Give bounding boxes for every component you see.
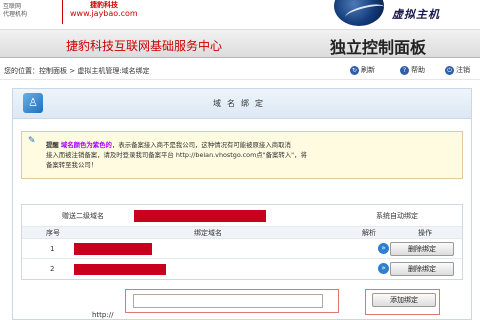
refresh-button[interactable]: ↻ 刷新 [350, 65, 375, 75]
url-prefix: http:// [92, 311, 114, 319]
gift-domain-row: 赠送二级域名 系统自动绑定 [22, 205, 462, 227]
pin-icon: ✎ [28, 136, 36, 146]
panel-title: 域名绑定 [213, 99, 269, 108]
product-brand: 虚拟主机 [392, 8, 440, 21]
notice-highlight: 域名颜色为紫色的 [60, 141, 112, 149]
breadcrumb-control-panel[interactable]: 控制面板 [39, 67, 67, 75]
help-label: 帮助 [411, 66, 425, 74]
table-header: 序号 绑定域名 解析 操作 [22, 227, 462, 239]
domain-binding-panel: ♙ 域名绑定 ✎ 提醒 域名颜色为紫色的，表示备案接入商不是我公司，这种情况有可… [12, 88, 472, 320]
logout-label: 注销 [456, 66, 470, 74]
add-binding-button[interactable]: 添加绑定 [372, 293, 436, 307]
breadcrumb-bar: 您的位置：控制面板 > 虚拟主机管理:域名绑定 ↻ 刷新 ? 帮助 ⏻ 注销 [0, 60, 480, 80]
bound-domain-redacted [74, 243, 152, 255]
notice-line-1-rest: ，表示备案接入商不是我公司，这种情况有可能被原接入商取消 [111, 141, 291, 149]
table-row: 1 » 删除绑定 [22, 239, 462, 259]
resolve-icon[interactable]: » [378, 263, 389, 274]
domain-table: 赠送二级域名 系统自动绑定 序号 绑定域名 解析 操作 1 » 删除绑定 2 »… [21, 204, 463, 280]
logout-button[interactable]: ⏻ 注销 [445, 65, 470, 75]
panel-header: ♙ 域名绑定 [13, 89, 471, 119]
col-resolve: 解析 [362, 228, 376, 237]
control-panel-title: 独立控制面板 [330, 38, 427, 57]
gift-domain-label: 赠送二级域名 [62, 211, 104, 220]
breadcrumb-prefix: 您的位置： [4, 67, 39, 75]
col-index: 序号 [46, 228, 60, 237]
delete-binding-button[interactable]: 删除绑定 [390, 242, 454, 256]
top-header: 互联网 代理机构 捷豹科技 www.jaybao.com 虚拟主机 [0, 0, 480, 30]
agency-brand-line1: 互联网 [3, 3, 22, 10]
notice-line-2: 接入而被注销备案，请及时登录我司备案平台 http://beian.vhostg… [46, 151, 307, 159]
delete-binding-button[interactable]: 删除绑定 [390, 262, 454, 276]
col-domain: 绑定域名 [194, 228, 222, 237]
table-row: 2 » 删除绑定 [22, 259, 462, 279]
site-url[interactable]: www.jaybao.com [70, 9, 138, 18]
logout-icon: ⏻ [445, 65, 454, 75]
refresh-label: 刷新 [361, 66, 375, 74]
notice-line-1: 提醒 域名颜色为紫色的，表示备案接入商不是我公司，这种情况有可能被原接入商取消 [46, 140, 291, 149]
resolve-icon[interactable]: » [378, 243, 389, 254]
server-user-icon: ♙ [23, 93, 43, 113]
new-domain-input[interactable] [133, 294, 323, 308]
refresh-icon: ↻ [350, 65, 359, 75]
notice-label: 提醒 [46, 141, 59, 149]
service-center-title: 捷豹科技互联网基础服务中心 [66, 39, 223, 53]
breadcrumb: 您的位置：控制面板 > 虚拟主机管理:域名绑定 [4, 66, 150, 76]
col-action: 操作 [418, 228, 432, 237]
help-icon: ? [400, 65, 409, 75]
agency-brand-line2: 代理机构 [3, 11, 28, 18]
bound-domain-redacted [74, 264, 166, 275]
row-index: 1 [50, 244, 55, 253]
breadcrumb-current: 虚拟主机管理:域名绑定 [77, 67, 150, 75]
row-index: 2 [50, 265, 55, 273]
title-banner: 捷豹科技互联网基础服务中心 独立控制面板 [0, 30, 480, 58]
notice-box: ✎ 提醒 域名颜色为紫色的，表示备案接入商不是我公司，这种情况有可能被原接入商取… [21, 131, 463, 179]
breadcrumb-separator: > [67, 67, 78, 75]
agency-brand: 互联网 代理机构 [0, 0, 50, 26]
notice-line-3: 备案转至我公司！ [46, 161, 98, 169]
auto-bind-label: 系统自动绑定 [376, 211, 418, 220]
gift-domain-redacted [134, 210, 266, 222]
header-divider [62, 0, 63, 24]
help-button[interactable]: ? 帮助 [400, 65, 425, 75]
